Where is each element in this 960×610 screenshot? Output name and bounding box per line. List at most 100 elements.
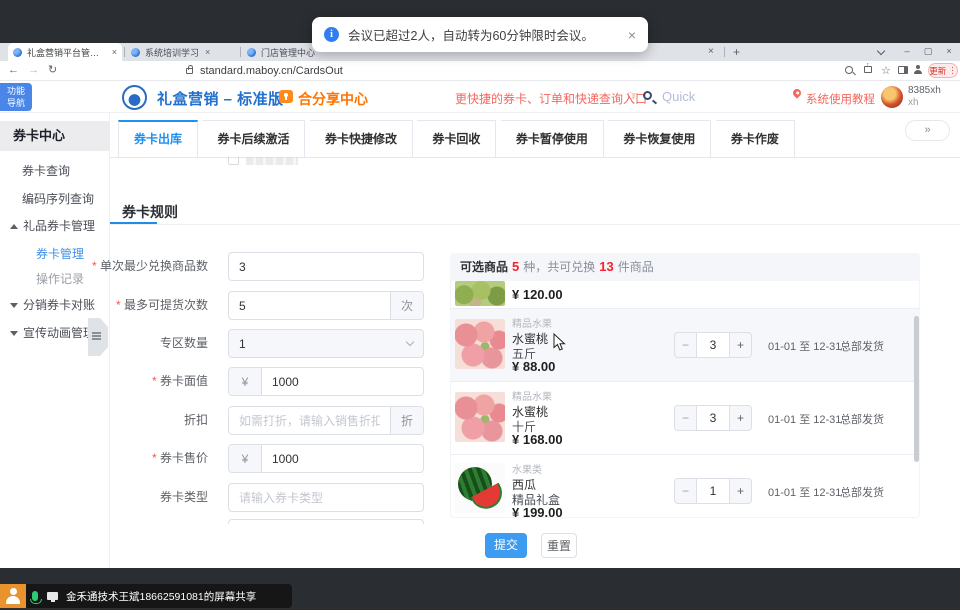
site-favicon [131,48,140,57]
field-label-max-pickup: 最多可提货次数 [50,291,208,320]
tab-card-resume[interactable]: 券卡恢复使用 [608,120,711,158]
profile-icon[interactable] [913,65,923,75]
face-value-input[interactable] [262,368,423,395]
share-center-link[interactable]: 合分享中心 [298,89,368,109]
window-minimize-button[interactable]: – [898,43,916,60]
pointing-hand-icon: ☞ [627,88,639,104]
sidebar-item-code-sequence-query[interactable]: 编码序列查询 [22,190,94,207]
user-id: 8385xh [908,85,941,96]
window-close-button[interactable]: × [940,43,958,60]
sidebar-item-card-query[interactable]: 券卡查询 [22,162,70,179]
field-label-sale-price: 券卡售价 [50,444,208,473]
tab-close-icon[interactable]: × [708,46,714,57]
tab-close-icon[interactable]: × [205,48,210,57]
submit-button[interactable]: 提交 [485,533,527,558]
face-value-field: ¥ [228,367,424,396]
nav-toggle-line2: 导航 [0,97,32,109]
site-favicon [13,48,22,57]
site-favicon [247,48,256,57]
plus-button[interactable]: + [730,478,752,504]
product-image [455,392,505,442]
new-tab-button[interactable]: + [733,45,740,59]
sidebar-title: 券卡中心 [0,121,110,151]
function-nav-toggle[interactable]: 功能 导航 [0,83,32,111]
reset-button[interactable]: 重置 [541,533,577,558]
system-tutorial-link[interactable]: 系统使用教程 [806,91,875,107]
brand-title: 礼盒营销 – 标准版 [157,88,284,109]
quick-entry-tip: 更快捷的券卡、订单和快递查询入口 [455,90,647,107]
side-panel-icon[interactable] [898,66,908,74]
discount-suffix: 折 [390,407,423,434]
minus-button[interactable]: − [674,405,696,431]
window-maximize-button[interactable]: ▢ [919,43,937,60]
browser-tab-2[interactable]: 系统培训学习 × [126,43,238,61]
quantity-value[interactable]: 3 [696,405,730,431]
tab-card-void[interactable]: 券卡作废 [716,120,795,158]
tab-divider [124,47,125,57]
share-icon[interactable] [864,66,872,73]
field-label-discount: 折扣 [50,406,208,435]
summary-middle: 种，共可兑换 [523,260,595,274]
browser-tab-1[interactable]: 礼盒营销平台管理中心 × [8,43,122,61]
chevron-down-icon [406,338,414,346]
back-icon[interactable]: ← [8,64,19,77]
select-value: 1 [239,337,246,351]
delivery-label: 总部发货 [840,411,884,427]
tab-card-outbound[interactable]: 券卡出库 [118,120,198,158]
minus-button[interactable]: − [674,332,696,358]
bookmark-star-icon[interactable]: ☆ [881,64,891,77]
zone-count-select[interactable]: 1 [228,329,424,358]
card-type-field [228,483,424,512]
quick-search-label[interactable]: Quick [662,89,695,104]
quantity-value[interactable]: 3 [696,332,730,358]
min-exchange-input[interactable] [229,253,423,280]
caret-down-icon [10,303,18,308]
meeting-toast: i 会议已超过2人，自动转为60分钟限时会议。 × [312,17,648,52]
quantity-stepper: − 3 + [674,332,752,358]
tab-card-recycle[interactable]: 券卡回收 [417,120,496,158]
tab-card-quick-edit[interactable]: 券卡快捷修改 [310,120,413,158]
reload-icon[interactable]: ↻ [48,64,57,77]
product-image [455,319,505,369]
chrome-menu-chevron-icon[interactable] [877,47,885,55]
clipped-next-field [228,519,424,524]
delivery-label: 总部发货 [840,484,884,500]
product-kind-count: 5 [512,259,519,274]
unit-suffix: 次 [390,292,423,319]
forward-icon[interactable]: → [28,64,39,77]
minus-button[interactable]: − [674,478,696,504]
sale-price-input[interactable] [262,445,423,472]
mouse-cursor [553,333,566,357]
update-browser-button[interactable]: 更新 ⋮ [928,63,958,78]
tab-close-icon[interactable]: × [112,48,117,57]
toast-close-icon[interactable]: × [628,28,636,42]
max-pickup-input[interactable] [229,292,390,319]
browser-tab-title: 礼盒营销平台管理中心 [27,46,106,59]
discount-input[interactable] [229,407,390,434]
tab-card-suspend[interactable]: 券卡暂停使用 [501,120,604,158]
update-label: 更新 [929,65,946,77]
product-category: 精品水果 [512,388,552,403]
product-row: 精品水果 水蜜桃 十斤 ¥ 168.00 − 3 + 01-01 至 12-31… [450,381,920,454]
browser-address-bar[interactable] [0,61,960,81]
quick-search-icon[interactable] [643,91,652,100]
microphone-icon [32,591,38,601]
panel-scrollbar[interactable] [914,316,919,462]
tab-card-followup-activate[interactable]: 券卡后续激活 [202,120,305,158]
card-type-input[interactable] [229,484,423,511]
url-text[interactable]: standard.maboy.cn/CardsOut [200,65,343,77]
quantity-value[interactable]: 1 [696,478,730,504]
zoom-icon[interactable] [845,66,853,74]
tab-divider [240,47,241,57]
brand-logo [122,85,147,110]
plus-button[interactable]: + [730,332,752,358]
product-image [455,463,505,513]
currency-prefix: ¥ [229,445,262,472]
product-row-partial: ¥ 120.00 [450,281,920,308]
sidebar-group-gift-card-mgmt[interactable]: 礼品券卡管理 [10,217,95,234]
plus-button[interactable]: + [730,405,752,431]
user-avatar[interactable] [881,86,903,108]
product-category: 精品水果 [512,315,552,330]
expand-panel-button[interactable]: » [905,120,950,141]
screen-share-bar: 金禾通技术王斌18662591081的屏幕共享 [26,584,292,608]
